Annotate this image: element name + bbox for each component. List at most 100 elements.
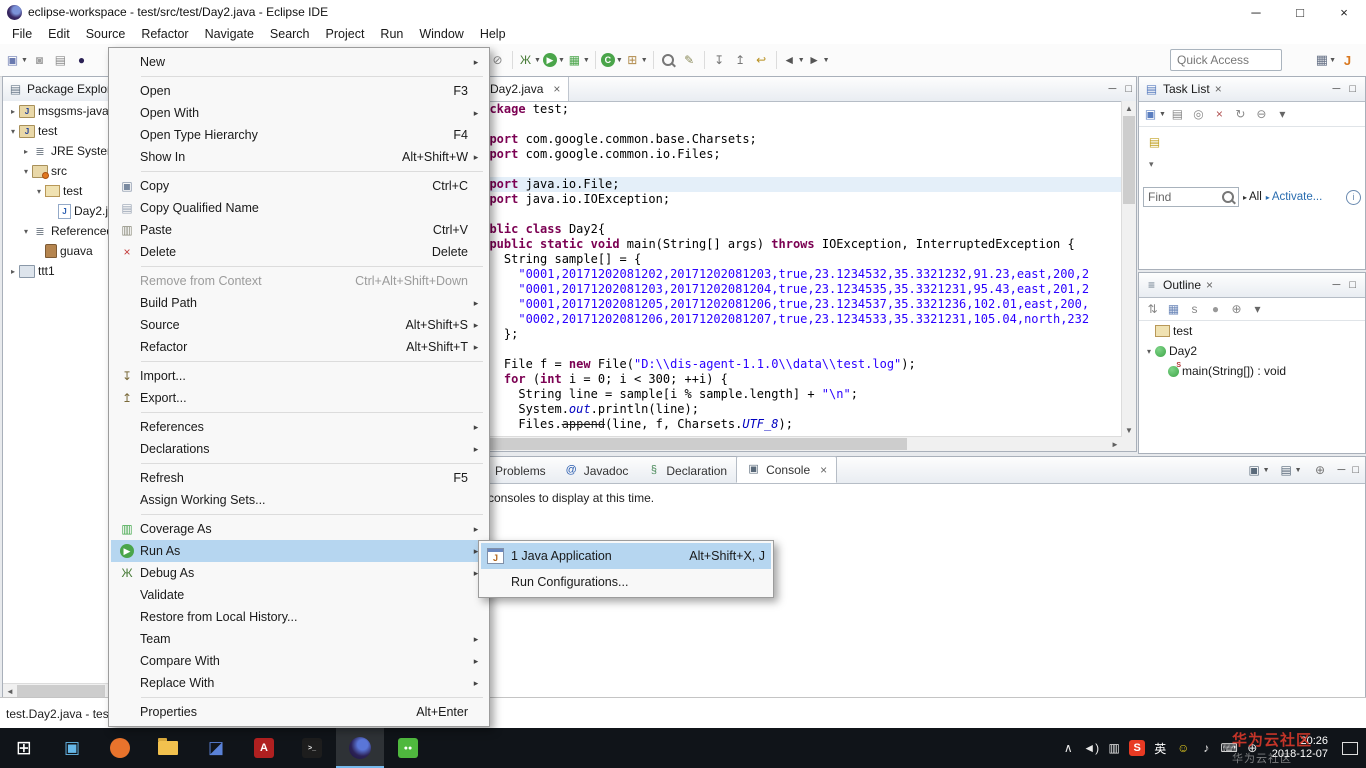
taskbar-cmd-button[interactable]: >_ <box>288 728 336 768</box>
menu-item-export[interactable]: ↥Export... <box>111 387 487 409</box>
filter-all-link[interactable]: ▸All <box>1243 191 1262 203</box>
tray-keyboard-button[interactable]: ⌨ <box>1218 728 1241 768</box>
new-java-class-icon[interactable]: C▼ <box>601 49 623 71</box>
taskbar-acrobat-button[interactable]: A <box>240 728 288 768</box>
editor-hscrollbar[interactable]: ◄ ► <box>461 436 1122 451</box>
menu-item-paste[interactable]: ▥PasteCtrl+V <box>111 219 487 241</box>
back-icon[interactable]: ◄▼ <box>782 49 805 71</box>
pin-console-icon[interactable]: ⊕ <box>1311 459 1330 481</box>
taskbar-clock[interactable]: 20:262018-12-07 <box>1264 735 1336 761</box>
java-perspective-icon[interactable]: J <box>1338 49 1357 71</box>
next-annotation-icon[interactable]: ↧ <box>710 49 729 71</box>
menu-item-run-as[interactable]: ▶Run As▸ <box>111 540 487 562</box>
debug-icon[interactable]: Ж▼ <box>518 49 541 71</box>
coverage-icon[interactable]: ▦▼ <box>567 49 590 71</box>
maximize-view-icon[interactable]: □ <box>1352 464 1359 476</box>
tray-ime-button[interactable]: 英 <box>1149 728 1172 768</box>
dropdown-arrow-icon[interactable]: ▼ <box>534 57 541 64</box>
dropdown-arrow-icon[interactable]: ▼ <box>1159 111 1166 118</box>
menu-item-team[interactable]: Team▸ <box>111 628 487 650</box>
taskbar-wechat-button[interactable]: ●● <box>384 728 432 768</box>
menu-item-refresh[interactable]: RefreshF5 <box>111 467 487 489</box>
scrollbar-thumb[interactable] <box>1123 116 1135 204</box>
last-edit-location-icon[interactable]: ↩ <box>752 49 771 71</box>
minimize-view-icon[interactable]: ─ <box>1333 83 1341 95</box>
menu-item-copy-qualified-name[interactable]: ▤Copy Qualified Name <box>111 197 487 219</box>
code-line[interactable]: import java.io.File; <box>461 177 1122 192</box>
menu-item-debug-as[interactable]: ЖDebug As▸ <box>111 562 487 584</box>
tray-smiley-button[interactable]: ☺ <box>1172 728 1195 768</box>
dropdown-arrow-icon[interactable]: ▼ <box>798 57 805 64</box>
menu-item-open-type-hierarchy[interactable]: Open Type HierarchyF4 <box>111 124 487 146</box>
sort-icon[interactable]: ⇅ <box>1143 298 1162 320</box>
find-input[interactable]: Find <box>1143 187 1239 207</box>
menu-item-import[interactable]: ↧Import... <box>111 365 487 387</box>
dropdown-arrow-icon[interactable]: ▼ <box>1263 467 1270 474</box>
tray-mic-button[interactable]: ♪ <box>1195 728 1218 768</box>
editor-vscrollbar[interactable]: ▲ ▼ <box>1121 101 1136 437</box>
uncategorized-icon[interactable]: ▤ <box>1147 135 1162 150</box>
code-line[interactable]: "0001,20171202081203,20171202081204,true… <box>461 282 1122 297</box>
synchronize-icon[interactable]: ↻ <box>1231 103 1250 125</box>
code-line[interactable] <box>461 342 1122 357</box>
collapse-all-icon[interactable]: ⊖ <box>1252 103 1271 125</box>
tray-volume-button[interactable]: ◄) <box>1080 728 1103 768</box>
tree-item-day2[interactable]: ▾Day2 <box>1139 341 1365 361</box>
scroll-up-icon[interactable]: ▲ <box>1122 101 1136 115</box>
menu-item-properties[interactable]: PropertiesAlt+Enter <box>111 701 487 723</box>
close-tab-icon[interactable]: × <box>820 463 827 477</box>
submenu-item-1-java-application[interactable]: J1 Java ApplicationAlt+Shift+X, J <box>481 543 771 569</box>
menu-item-references[interactable]: References▸ <box>111 416 487 438</box>
launch-icon[interactable]: ● <box>72 49 91 71</box>
tab-javadoc[interactable]: @Javadoc <box>555 458 638 483</box>
menu-run[interactable]: Run <box>372 24 411 44</box>
dropdown-arrow-icon[interactable]: ▼ <box>641 57 648 64</box>
menu-item-restore-from-local-history[interactable]: Restore from Local History... <box>111 606 487 628</box>
menu-edit[interactable]: Edit <box>40 24 78 44</box>
focus-icon[interactable]: ◎ <box>1189 103 1208 125</box>
menu-item-source[interactable]: SourceAlt+Shift+S▸ <box>111 314 487 336</box>
code-editor[interactable]: package test;⊖import com.google.common.b… <box>461 102 1122 437</box>
menu-item-refactor[interactable]: RefactorAlt+Shift+T▸ <box>111 336 487 358</box>
close-window-icon[interactable]: × <box>1322 0 1366 24</box>
menu-item-coverage-as[interactable]: ▥Coverage As▸ <box>111 518 487 540</box>
code-line[interactable]: System.out.println(line); <box>461 402 1122 417</box>
tab-console[interactable]: ▣Console× <box>736 456 837 483</box>
close-tab-icon[interactable]: × <box>553 82 560 96</box>
run-icon[interactable]: ▶▼ <box>543 49 565 71</box>
open-console-icon[interactable]: ▣▼ <box>1247 459 1270 481</box>
menu-item-compare-with[interactable]: Compare With▸ <box>111 650 487 672</box>
menu-navigate[interactable]: Navigate <box>197 24 262 44</box>
taskbar-ide-button[interactable]: ◪ <box>192 728 240 768</box>
activate-link[interactable]: ▸Activate... <box>1266 191 1323 203</box>
chevron-down-icon[interactable]: ▾ <box>1149 159 1154 170</box>
menu-help[interactable]: Help <box>472 24 514 44</box>
menu-item-open-with[interactable]: Open With▸ <box>111 102 487 124</box>
hide-static-members-icon[interactable]: s <box>1185 298 1204 320</box>
expand-arrow-icon[interactable]: ▸ <box>20 147 32 156</box>
scrollbar-thumb[interactable] <box>477 438 907 450</box>
expand-arrow-icon[interactable]: ▸ <box>7 267 19 276</box>
minimize-view-icon[interactable]: ─ <box>1338 464 1346 476</box>
submenu-item-run-configurations[interactable]: Run Configurations... <box>481 569 771 595</box>
taskbar-firefox-button[interactable] <box>96 728 144 768</box>
taskbar-file-explorer-button[interactable] <box>144 728 192 768</box>
forward-icon[interactable]: ►▼ <box>807 49 830 71</box>
info-icon[interactable]: i <box>1346 190 1361 205</box>
tray-hiddens-icon-button[interactable]: ∧ <box>1057 728 1080 768</box>
save-icon[interactable]: ◙ <box>30 49 49 71</box>
tab-declaration[interactable]: §Declaration <box>637 458 736 483</box>
code-line[interactable]: import java.io.IOException; <box>461 192 1122 207</box>
menu-item-delete[interactable]: ×DeleteDelete <box>111 241 487 263</box>
expand-arrow-icon[interactable]: ▾ <box>33 187 45 196</box>
expand-arrow-icon[interactable]: ▾ <box>20 227 32 236</box>
outline-header[interactable]: ≡ Outline × ─ □ <box>1139 273 1365 298</box>
menu-item-declarations[interactable]: Declarations▸ <box>111 438 487 460</box>
code-line[interactable]: package test; <box>461 102 1122 117</box>
dropdown-arrow-icon[interactable]: ▼ <box>21 57 28 64</box>
code-line[interactable]: import com.google.common.io.Files; <box>461 147 1122 162</box>
dropdown-arrow-icon[interactable]: ▼ <box>583 57 590 64</box>
view-menu-icon[interactable]: ▾ <box>1273 103 1292 125</box>
new-task-icon[interactable]: ▣▼ <box>1143 103 1166 125</box>
menu-refactor[interactable]: Refactor <box>133 24 196 44</box>
